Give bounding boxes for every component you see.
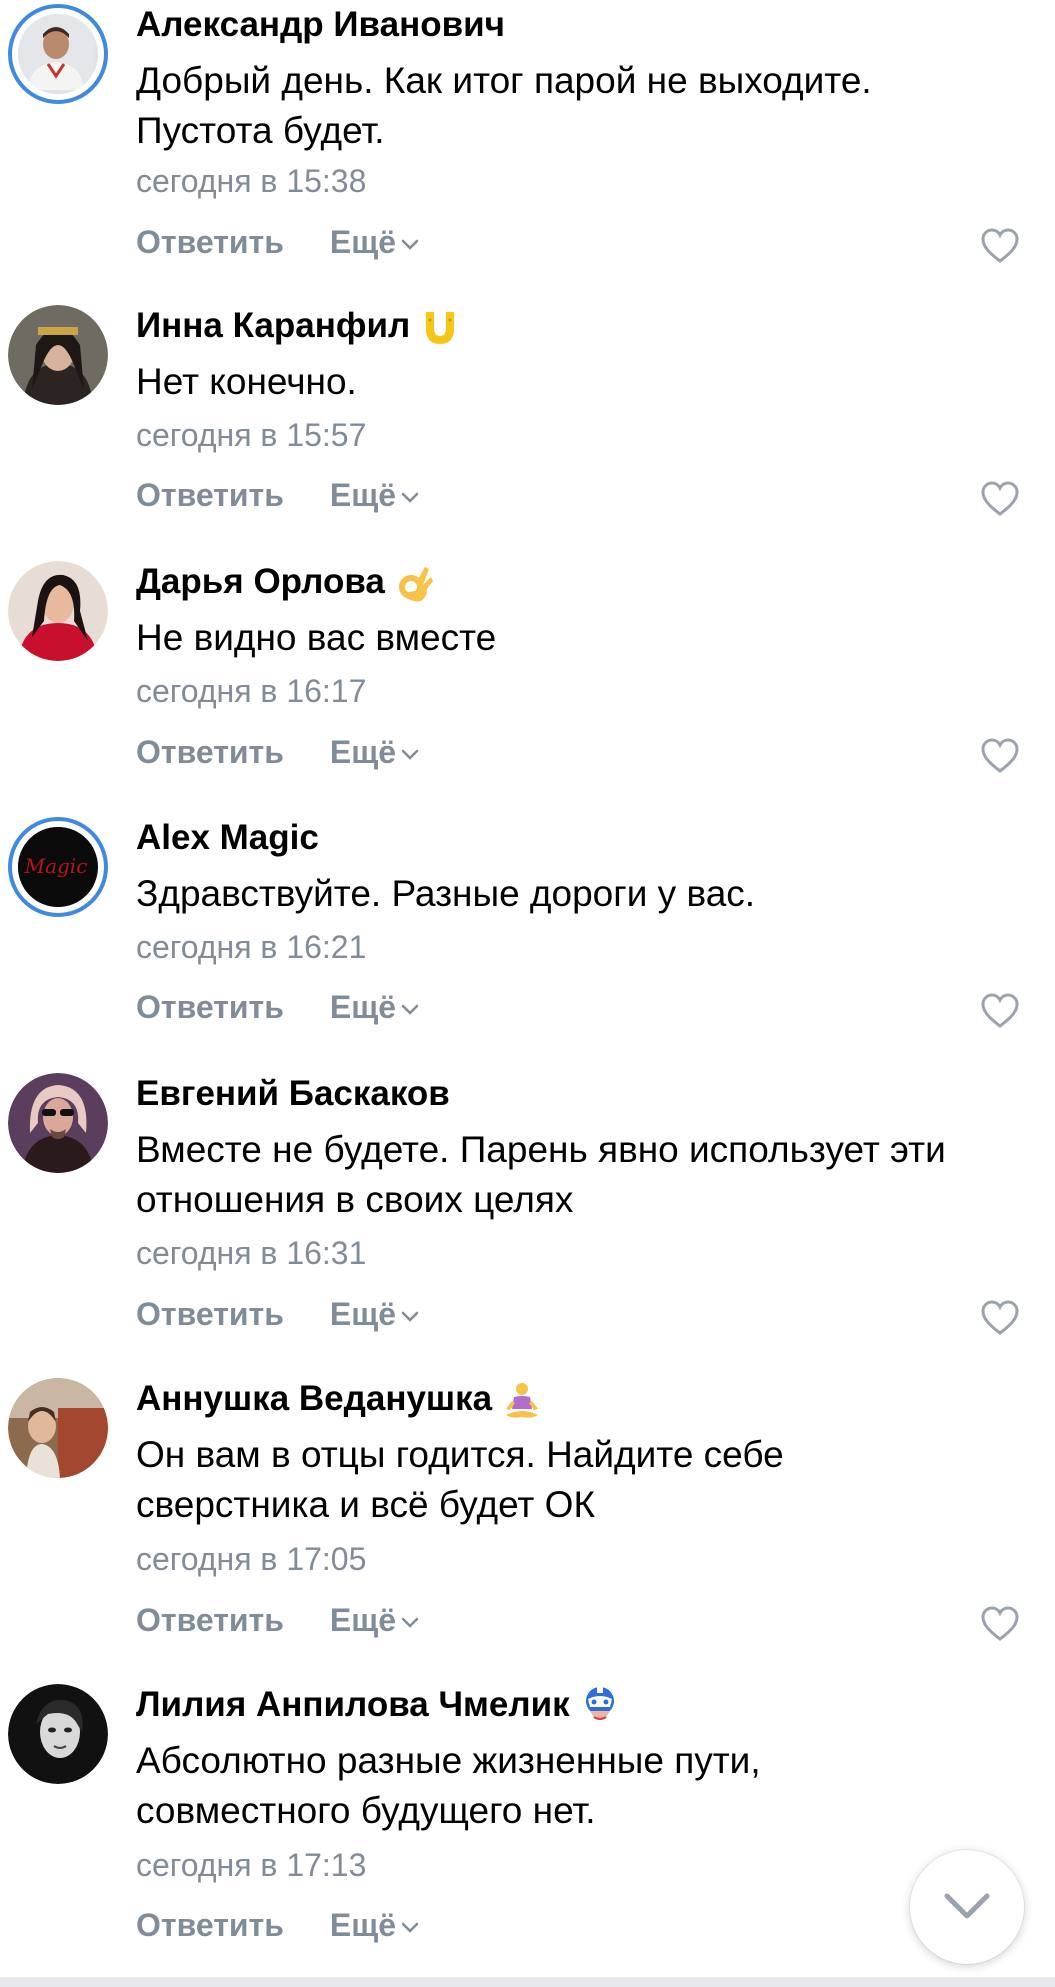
reply-button[interactable]: Ответить [136, 475, 284, 515]
comment-timestamp: сегодня в 16:21 [136, 929, 367, 965]
heart-icon[interactable] [980, 226, 1020, 266]
chevron-down-icon [401, 1922, 419, 1933]
heart-icon[interactable] [980, 1604, 1020, 1644]
avatar[interactable] [8, 1073, 108, 1173]
bottom-divider [0, 1977, 1055, 1987]
avatar-photo [8, 1684, 108, 1784]
comment-actions: Ответить Ещё [136, 732, 420, 772]
reply-button[interactable]: Ответить [136, 732, 284, 772]
heart-icon[interactable] [980, 479, 1020, 519]
more-label: Ещё [329, 477, 397, 513]
meditation-emoji-icon [506, 1382, 539, 1418]
comment-text: Здравствуйте. Разные дороги у вас. [136, 873, 756, 914]
author-name: Инна Каранфил [136, 306, 411, 345]
heart-icon[interactable] [980, 991, 1020, 1031]
comment-text: Вместе не будете. Парень явно использует… [136, 1129, 946, 1220]
more-button[interactable]: Ещё [330, 222, 420, 262]
avatar-photo [8, 305, 108, 405]
avatar-photo: Magic [18, 827, 94, 903]
scroll-down-button[interactable] [910, 1850, 1024, 1964]
comment-author[interactable]: Евгений Баскаков [136, 1073, 450, 1115]
avatar[interactable]: Magic [8, 817, 108, 917]
avatar[interactable] [8, 305, 108, 405]
comment-timestamp: сегодня в 17:05 [136, 1541, 367, 1577]
author-name: Аннушка Веданушка [136, 1379, 493, 1418]
more-button[interactable]: Ещё [330, 1294, 420, 1334]
more-button[interactable]: Ещё [330, 1600, 420, 1640]
reply-button[interactable]: Ответить [136, 987, 284, 1027]
ok-hand-emoji-icon [398, 566, 433, 602]
more-button[interactable]: Ещё [330, 732, 420, 772]
avatar-photo [8, 1073, 108, 1173]
comment-text: Абсолютно разные жизненные пути, совмест… [136, 1740, 761, 1831]
comment-author[interactable]: Инна Каранфил [136, 305, 460, 348]
comment-actions: Ответить Ещё [136, 222, 420, 262]
comment-timestamp: сегодня в 16:17 [136, 673, 367, 709]
more-label: Ещё [329, 734, 397, 770]
chevron-down-icon [944, 1893, 990, 1919]
chevron-down-icon [401, 1617, 419, 1628]
chevron-down-icon [401, 1311, 419, 1322]
avatar[interactable] [8, 4, 108, 104]
reply-button[interactable]: Ответить [136, 1294, 284, 1334]
more-button[interactable]: Ещё [330, 987, 420, 1027]
more-label: Ещё [329, 989, 397, 1025]
heart-icon[interactable] [980, 1298, 1020, 1338]
avatar-photo [8, 561, 108, 661]
reply-button[interactable]: Ответить [136, 222, 284, 262]
heart-icon[interactable] [980, 736, 1020, 776]
comment-author[interactable]: Александр Иванович [136, 4, 505, 46]
hero-mask-icon [585, 1686, 614, 1720]
comment-actions: Ответить Ещё [136, 1294, 420, 1334]
horseshoe-icon [426, 311, 455, 344]
more-label: Ещё [329, 1602, 397, 1638]
comment-timestamp: сегодня в 15:57 [136, 417, 367, 453]
avatar-photo [18, 14, 94, 90]
avatar[interactable] [8, 561, 108, 661]
comment-actions: Ответить Ещё [136, 1600, 420, 1640]
more-label: Ещё [329, 224, 397, 260]
comment-text: Нет конечно. [136, 361, 357, 402]
chevron-down-icon [401, 1004, 419, 1015]
more-label: Ещё [329, 1907, 397, 1943]
avatar-magic-text: Magic [24, 854, 88, 878]
comment-timestamp: сегодня в 15:38 [136, 163, 367, 199]
comment-text: Не видно вас вместе [136, 617, 497, 658]
reply-button[interactable]: Ответить [136, 1600, 284, 1640]
reply-button[interactable]: Ответить [136, 1905, 284, 1945]
comment-text: Добрый день. Как итог парой не выходите.… [136, 60, 872, 151]
chevron-down-icon [401, 492, 419, 503]
comment-author[interactable]: Лилия Анпилова Чмелик [136, 1684, 620, 1729]
comment-actions: Ответить Ещё [136, 475, 420, 515]
avatar-photo [8, 1378, 108, 1478]
comment-actions: Ответить Ещё [136, 987, 420, 1027]
comment-actions: Ответить Ещё [136, 1905, 420, 1945]
chevron-down-icon [401, 239, 419, 250]
comment-author[interactable]: Аннушка Веданушка [136, 1378, 542, 1421]
author-name: Лилия Анпилова Чмелик [136, 1685, 570, 1724]
comment-text: Он вам в отцы годится. Найдите себе свер… [136, 1434, 784, 1525]
comment-author[interactable]: Дарья Орлова [136, 561, 435, 605]
avatar[interactable] [8, 1378, 108, 1478]
avatar[interactable] [8, 1684, 108, 1784]
more-button[interactable]: Ещё [330, 475, 420, 515]
comment-timestamp: сегодня в 16:31 [136, 1235, 367, 1271]
more-button[interactable]: Ещё [330, 1905, 420, 1945]
comment-author[interactable]: Alex Magic [136, 817, 319, 859]
author-name: Дарья Орлова [136, 562, 385, 601]
chevron-down-icon [401, 749, 419, 760]
comment-timestamp: сегодня в 17:13 [136, 1847, 367, 1883]
more-label: Ещё [329, 1296, 397, 1332]
